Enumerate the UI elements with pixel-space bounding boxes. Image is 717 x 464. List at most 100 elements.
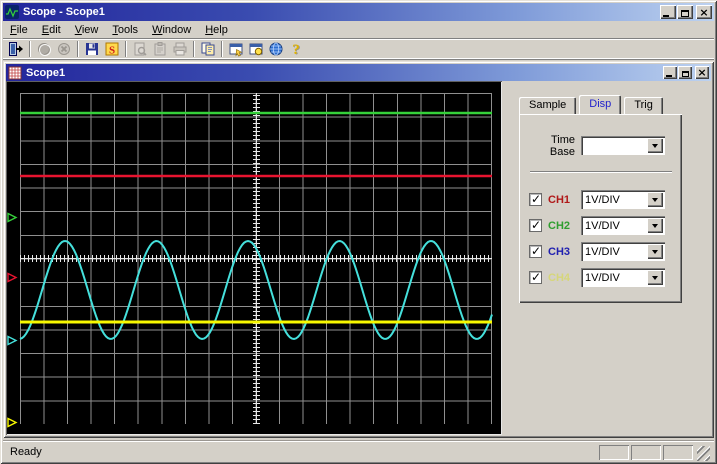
toolbar-separator xyxy=(77,41,79,57)
app-icon xyxy=(5,5,19,19)
marker-ch1[interactable] xyxy=(7,272,18,283)
ch1-scale-value: 1V/DIV xyxy=(585,193,620,206)
minimize-button[interactable] xyxy=(660,5,676,19)
ch4-label: CH4 xyxy=(548,271,571,284)
exit-button[interactable] xyxy=(6,39,26,59)
ch4-scale-value: 1V/DIV xyxy=(585,271,620,284)
tab-sample[interactable]: Sample xyxy=(519,97,577,114)
child-restore-button[interactable] xyxy=(678,66,692,79)
tab-disp[interactable]: Disp xyxy=(579,95,622,114)
web-button[interactable] xyxy=(266,39,286,59)
control-panel: Sample Disp Trig Time Base CH1 xyxy=(502,81,711,435)
save-icon xyxy=(86,43,98,55)
minimize-icon xyxy=(666,75,672,77)
menu-bar: File Edit View Tools Window Help xyxy=(3,22,714,37)
help-button[interactable]: ?? xyxy=(286,39,306,59)
scope-settings-button[interactable]: S xyxy=(102,39,122,59)
exit-icon xyxy=(9,42,23,56)
stop-icon xyxy=(58,43,70,55)
toolbar-separator xyxy=(221,41,223,57)
menu-window[interactable]: Window xyxy=(145,23,198,37)
ch4-checkbox[interactable] xyxy=(529,270,542,284)
scope1-title: Scope1 xyxy=(26,66,66,79)
app-title-bar[interactable]: Scope - Scope1 × xyxy=(3,3,714,21)
paste-button[interactable] xyxy=(150,39,170,59)
chevron-down-icon[interactable] xyxy=(647,244,663,259)
copy-button[interactable] xyxy=(198,39,218,59)
ch2-checkbox[interactable] xyxy=(529,218,542,232)
options-button[interactable] xyxy=(246,39,266,59)
child-close-button[interactable]: × xyxy=(695,66,709,79)
scope-display xyxy=(6,81,502,435)
help-icon: ?? xyxy=(292,42,301,57)
print-preview-button[interactable] xyxy=(130,39,150,59)
options-icon xyxy=(249,43,263,56)
record-icon xyxy=(38,43,51,56)
vertical-center-axis xyxy=(253,93,260,424)
record-button[interactable] xyxy=(34,39,54,59)
maximize-icon xyxy=(681,10,689,17)
ch1-scale-select[interactable]: 1V/DIV xyxy=(581,190,665,209)
chevron-down-icon[interactable] xyxy=(647,270,663,285)
close-icon: × xyxy=(699,6,709,19)
svg-text:S: S xyxy=(109,45,115,57)
ch4-scale-select[interactable]: 1V/DIV xyxy=(581,268,665,287)
tab-label: Disp xyxy=(589,98,612,110)
ch3-scale-select[interactable]: 1V/DIV xyxy=(581,242,665,261)
status-text: Ready xyxy=(10,446,42,458)
resize-grip[interactable] xyxy=(697,446,710,461)
marker-ch4[interactable] xyxy=(7,417,18,428)
menu-view[interactable]: View xyxy=(68,23,106,37)
toolbar: S ?? xyxy=(3,38,714,60)
save-button[interactable] xyxy=(82,39,102,59)
properties-icon xyxy=(229,43,243,57)
tab-strip: Sample Disp Trig xyxy=(519,95,666,114)
stop-button[interactable] xyxy=(54,39,74,59)
svg-text:?: ? xyxy=(292,42,300,57)
tab-trig[interactable]: Trig xyxy=(624,97,663,114)
chevron-down-icon[interactable] xyxy=(647,218,663,233)
scope1-window: Scope1 × Sample Disp Trig Time Base ✓ CH… xyxy=(3,61,714,438)
separator xyxy=(530,171,672,173)
menu-help[interactable]: Help xyxy=(198,23,235,37)
ch2-label: CH2 xyxy=(548,219,571,232)
print-icon xyxy=(173,42,187,56)
ch1-checkbox[interactable] xyxy=(529,192,542,206)
toolbar-separator xyxy=(125,41,127,57)
close-button[interactable]: × xyxy=(696,5,712,19)
scope1-title-bar[interactable]: Scope1 × xyxy=(6,64,711,81)
ch3-label: CH3 xyxy=(548,245,571,258)
marker-ch2[interactable] xyxy=(7,212,18,223)
print-button[interactable] xyxy=(170,39,190,59)
tab-label: Sample xyxy=(529,99,567,111)
close-icon: × xyxy=(697,66,707,79)
chevron-down-icon[interactable] xyxy=(647,192,663,207)
time-base-label: Time Base xyxy=(549,134,575,158)
ch2-scale-select[interactable]: 1V/DIV xyxy=(581,216,665,235)
status-panel-2 xyxy=(631,445,661,460)
ch3-checkbox[interactable] xyxy=(529,244,542,258)
properties-button[interactable] xyxy=(226,39,246,59)
menu-tools[interactable]: Tools xyxy=(105,23,145,37)
app-window: Scope - Scope1 × File Edit View Tools Wi… xyxy=(0,0,717,464)
web-icon xyxy=(269,42,283,56)
scope1-icon xyxy=(8,66,22,80)
chevron-down-icon[interactable] xyxy=(647,138,663,153)
restore-icon xyxy=(681,71,689,77)
copy-icon xyxy=(201,42,215,56)
ch1-label: CH1 xyxy=(548,193,571,206)
scope1-client-area: Sample Disp Trig Time Base CH1 xyxy=(6,81,711,435)
time-base-select[interactable] xyxy=(581,136,665,155)
print-preview-icon xyxy=(134,42,147,56)
channel-row-ch2: CH2 1V/DIV xyxy=(529,216,675,235)
menu-file[interactable]: File xyxy=(3,23,35,37)
status-panel-1 xyxy=(599,445,629,460)
toolbar-separator xyxy=(193,41,195,57)
channel-row-ch4: CH4 1V/DIV xyxy=(529,268,675,287)
child-minimize-button[interactable] xyxy=(663,66,677,79)
menu-edit[interactable]: Edit xyxy=(35,23,68,37)
maximize-button[interactable] xyxy=(677,5,693,19)
window-title: Scope - Scope1 xyxy=(23,6,105,18)
ch2-scale-value: 1V/DIV xyxy=(585,219,620,232)
marker-ch3[interactable] xyxy=(7,335,18,346)
